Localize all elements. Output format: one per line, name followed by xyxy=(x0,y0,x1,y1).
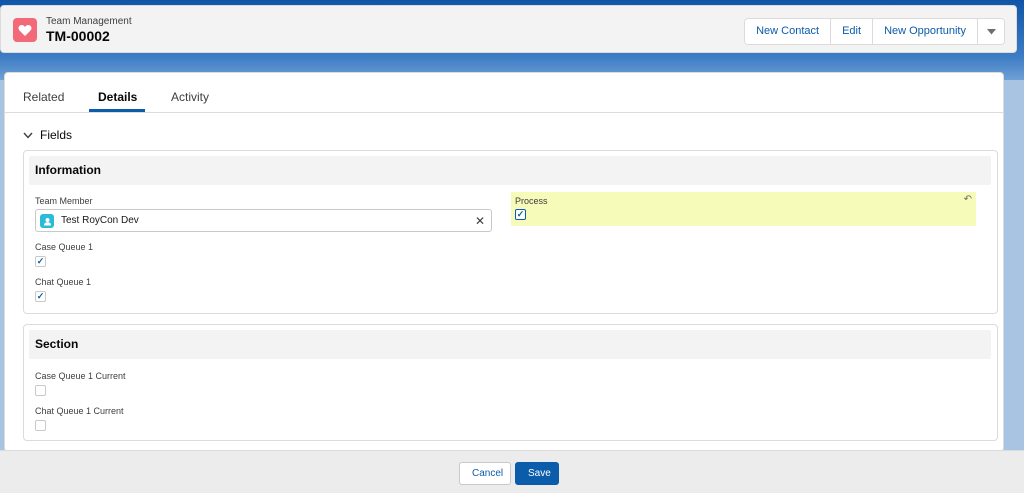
chat-queue-1-current-label: Chat Queue 1 Current xyxy=(35,406,124,416)
record-header: Team Management TM-00002 New Contact Edi… xyxy=(0,5,1017,53)
edit-button[interactable]: Edit xyxy=(831,19,874,44)
chevron-down-icon xyxy=(986,28,996,34)
information-section-header[interactable]: Information xyxy=(29,156,991,185)
case-queue-1-label: Case Queue 1 xyxy=(35,242,94,252)
team-member-lookup[interactable]: Test RoyCon Dev ✕ xyxy=(35,209,492,232)
heart-icon xyxy=(13,18,37,42)
undo-icon[interactable]: ↶ xyxy=(964,194,972,205)
process-label: Process xyxy=(515,196,548,206)
object-type-label: Team Management xyxy=(46,16,132,27)
chat-queue-1-checkbox[interactable]: ✓ xyxy=(35,291,46,302)
chat-queue-1-current-checkbox[interactable] xyxy=(35,420,46,431)
team-member-value: Test RoyCon Dev xyxy=(61,215,139,226)
case-queue-1-checkbox[interactable]: ✓ xyxy=(35,256,46,267)
clear-icon[interactable]: ✕ xyxy=(475,214,485,228)
cancel-button[interactable]: Cancel xyxy=(459,462,511,485)
section-section: Section Case Queue 1 Current Chat Queue … xyxy=(23,324,998,441)
new-contact-button[interactable]: New Contact xyxy=(745,19,832,44)
tab-details[interactable]: Details xyxy=(98,90,137,104)
more-actions-button[interactable] xyxy=(978,19,1004,44)
fields-toggle[interactable]: Fields xyxy=(23,128,72,142)
tab-related[interactable]: Related xyxy=(23,90,64,104)
user-icon xyxy=(40,214,54,228)
active-tab-indicator xyxy=(89,109,145,112)
information-section: Information Team Member Test RoyCon Dev … xyxy=(23,150,998,314)
section-section-header[interactable]: Section xyxy=(29,330,991,359)
check-icon: ✓ xyxy=(36,256,45,266)
record-detail-card: Related Details Activity Fields Informat… xyxy=(4,72,1004,452)
process-field-edited: Process ✓ ↶ xyxy=(511,192,976,226)
chevron-down-icon xyxy=(23,132,33,139)
process-checkbox[interactable]: ✓ xyxy=(515,209,526,220)
edit-footer: Cancel Save xyxy=(0,450,1024,493)
tab-bar: Related Details Activity xyxy=(5,73,1003,113)
record-title: TM-00002 xyxy=(46,28,110,44)
new-opportunity-button[interactable]: New Opportunity xyxy=(873,19,978,44)
check-icon: ✓ xyxy=(36,291,45,301)
case-queue-1-current-label: Case Queue 1 Current xyxy=(35,371,126,381)
check-icon: ✓ xyxy=(516,209,525,219)
tab-activity[interactable]: Activity xyxy=(171,90,209,104)
action-button-group: New Contact Edit New Opportunity xyxy=(744,18,1005,45)
save-button[interactable]: Save xyxy=(515,462,559,485)
team-member-label: Team Member xyxy=(35,196,93,206)
fields-label: Fields xyxy=(40,128,73,142)
case-queue-1-current-checkbox[interactable] xyxy=(35,385,46,396)
chat-queue-1-label: Chat Queue 1 xyxy=(35,277,92,287)
